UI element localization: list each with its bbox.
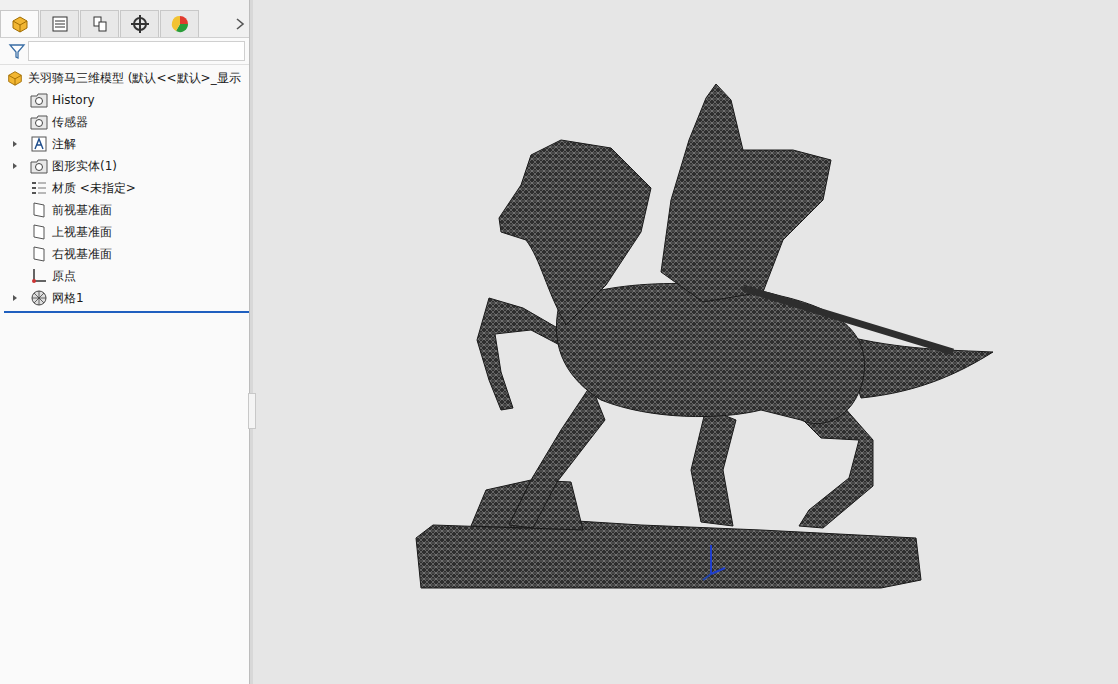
tree-item[interactable]: 材质 <未指定>	[0, 177, 249, 199]
tree-item[interactable]: 传感器	[0, 111, 249, 133]
bodies-icon	[30, 157, 48, 175]
manager-tab[interactable]	[120, 10, 159, 37]
tree-item-label: 原点	[52, 268, 76, 285]
part-icon	[10, 14, 30, 34]
manager-tabs	[0, 0, 249, 38]
tree-root-label: 关羽骑马三维模型 (默认<<默认>_显示	[28, 70, 241, 87]
filter-icon[interactable]	[8, 42, 26, 60]
plane-icon	[30, 223, 48, 241]
chevron-right-icon	[235, 17, 245, 31]
tree-item[interactable]: 上视基准面	[0, 221, 249, 243]
sensor-icon	[30, 113, 48, 131]
tree-item-label: 上视基准面	[52, 224, 112, 241]
filter-row	[0, 38, 249, 65]
tree-item-label: 网格1	[52, 290, 84, 307]
display-icon	[170, 14, 190, 34]
rollback-bar[interactable]	[4, 311, 249, 313]
tree-root[interactable]: 关羽骑马三维模型 (默认<<默认>_显示	[0, 67, 249, 89]
feature-manager: 关羽骑马三维模型 (默认<<默认>_显示 History 传感器注解图形实体(1) 材…	[0, 0, 249, 684]
history-icon	[30, 91, 48, 109]
configuration-icon	[90, 14, 110, 34]
tree-item-label: History	[52, 93, 95, 107]
solidworks-window: 关羽骑马三维模型 (默认<<默认>_显示 History 传感器注解图形实体(1) 材…	[0, 0, 1118, 684]
manager-tab[interactable]	[0, 10, 39, 37]
dimxpert-icon	[130, 14, 150, 34]
expand-arrow-icon	[11, 294, 19, 302]
part-icon	[6, 69, 24, 87]
tree-item[interactable]: 前视基准面	[0, 199, 249, 221]
splitter-grip[interactable]	[248, 393, 256, 429]
graphics-area[interactable]	[253, 0, 1118, 684]
plane-icon	[30, 201, 48, 219]
origin-icon	[30, 267, 48, 285]
tree-item-label: 前视基准面	[52, 202, 112, 219]
expand-arrow-icon	[11, 162, 19, 170]
manager-tab[interactable]	[40, 10, 79, 37]
expander[interactable]	[8, 140, 22, 148]
expand-arrow-icon	[11, 140, 19, 148]
mesh-icon	[30, 289, 48, 307]
tree-item-label: 传感器	[52, 114, 88, 131]
tree-item[interactable]: 原点	[0, 265, 249, 287]
filter-input[interactable]	[28, 41, 245, 61]
tree-item-label: 材质 <未指定>	[52, 180, 136, 197]
tree-item[interactable]: 右视基准面	[0, 243, 249, 265]
manager-tab[interactable]	[80, 10, 119, 37]
tree-item-label: 注解	[52, 136, 76, 153]
tree-item[interactable]: 注解	[0, 133, 249, 155]
plane-icon	[30, 245, 48, 263]
property-icon	[50, 14, 70, 34]
manager-tab[interactable]	[160, 10, 199, 37]
panel-splitter[interactable]	[249, 0, 253, 684]
annotation-icon	[30, 135, 48, 153]
tree-item[interactable]: History	[0, 89, 249, 111]
expander[interactable]	[8, 294, 22, 302]
tree-item[interactable]: 图形实体(1)	[0, 155, 249, 177]
feature-tree: 关羽骑马三维模型 (默认<<默认>_显示 History 传感器注解图形实体(1) 材…	[0, 65, 249, 313]
statue-model	[253, 0, 1118, 684]
more-tabs-button[interactable]	[200, 10, 249, 37]
material-icon	[30, 179, 48, 197]
tree-item-label: 右视基准面	[52, 246, 112, 263]
expander[interactable]	[8, 162, 22, 170]
tree-item[interactable]: 网格1	[0, 287, 249, 309]
tree-item-label: 图形实体(1)	[52, 158, 117, 175]
